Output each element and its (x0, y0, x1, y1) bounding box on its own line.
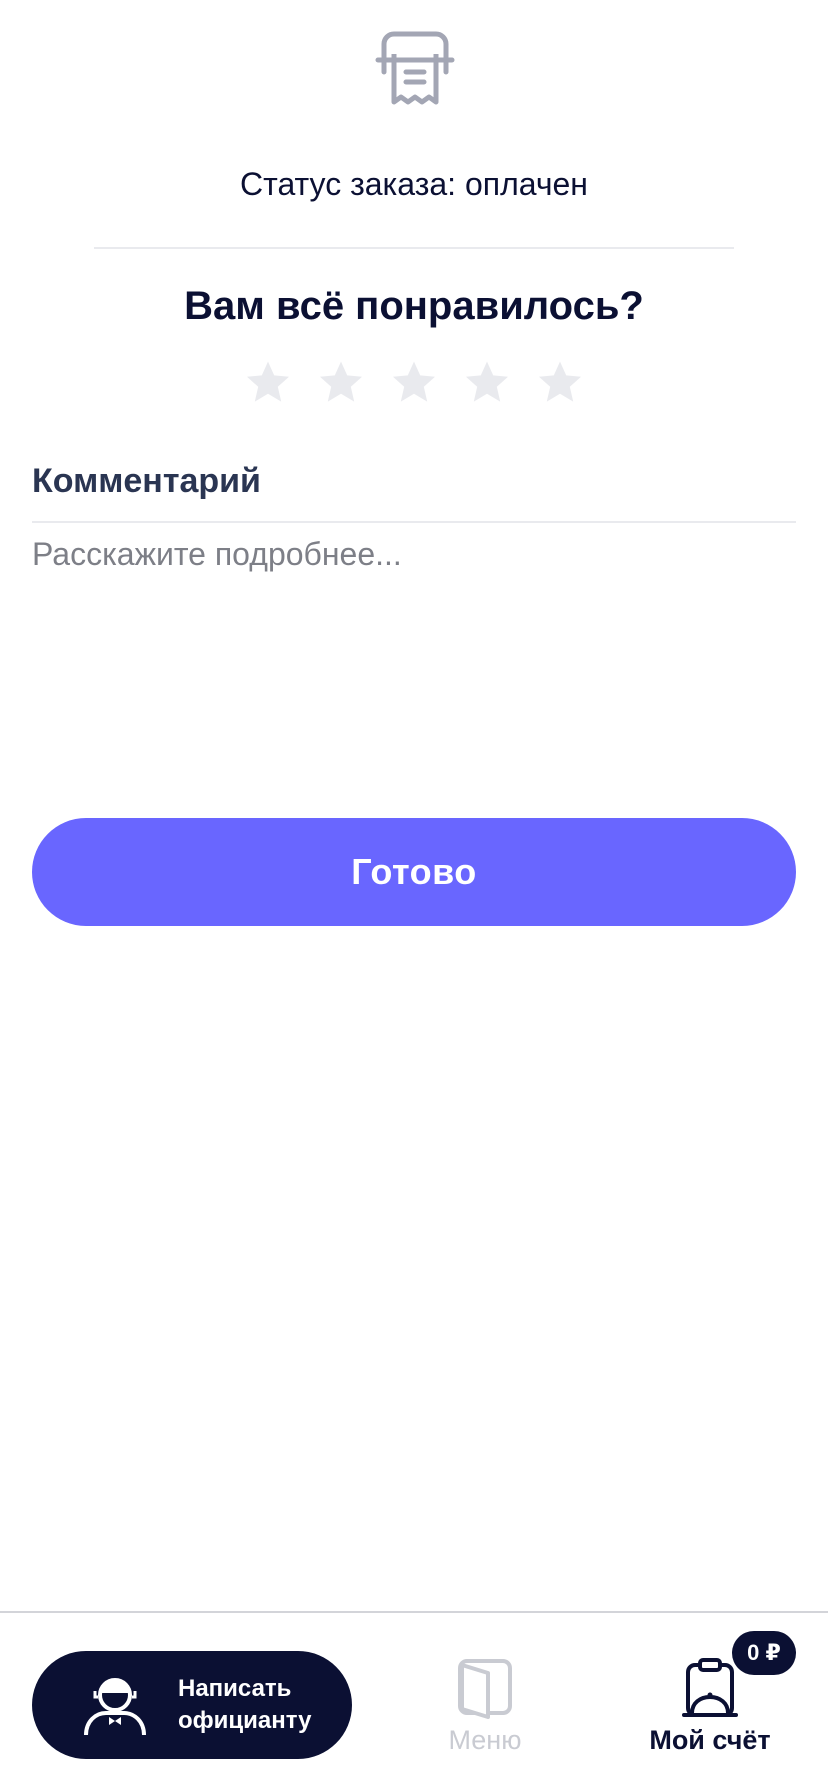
star-icon[interactable] (317, 358, 365, 406)
waiter-icon (84, 1678, 146, 1736)
rating-question: Вам всё понравилось? (184, 284, 644, 328)
star-icon[interactable] (463, 358, 511, 406)
divider (94, 247, 734, 249)
order-feedback-screen: Статус заказа: оплачен Вам всё понравило… (0, 0, 828, 1792)
star-rating (244, 352, 584, 412)
nav-menu-label: Меню (448, 1725, 522, 1755)
nav-menu[interactable]: Меню (430, 1657, 540, 1767)
call-waiter-label: Написать официанту (178, 1675, 312, 1734)
receipt-icon (375, 31, 455, 105)
star-icon[interactable] (536, 358, 584, 406)
bottom-navigation: Написать официанту Меню Мой счёт 0 ₽ (0, 1611, 828, 1792)
order-status-text: Статус заказа: оплачен (240, 166, 588, 202)
nav-my-bill[interactable]: Мой счёт (640, 1657, 780, 1777)
done-button[interactable]: Готово (32, 818, 796, 926)
call-waiter-button[interactable]: Написать официанту (32, 1651, 352, 1759)
bill-total-badge: 0 ₽ (732, 1631, 796, 1675)
nav-my-bill-label: Мой счёт (649, 1725, 771, 1755)
clipboard-cloche-icon (682, 1658, 738, 1717)
comment-label: Комментарий (32, 462, 261, 500)
star-icon[interactable] (244, 358, 292, 406)
star-icon[interactable] (390, 358, 438, 406)
menu-book-icon (458, 1659, 512, 1719)
comment-divider (32, 521, 796, 523)
comment-textarea[interactable] (32, 530, 796, 770)
